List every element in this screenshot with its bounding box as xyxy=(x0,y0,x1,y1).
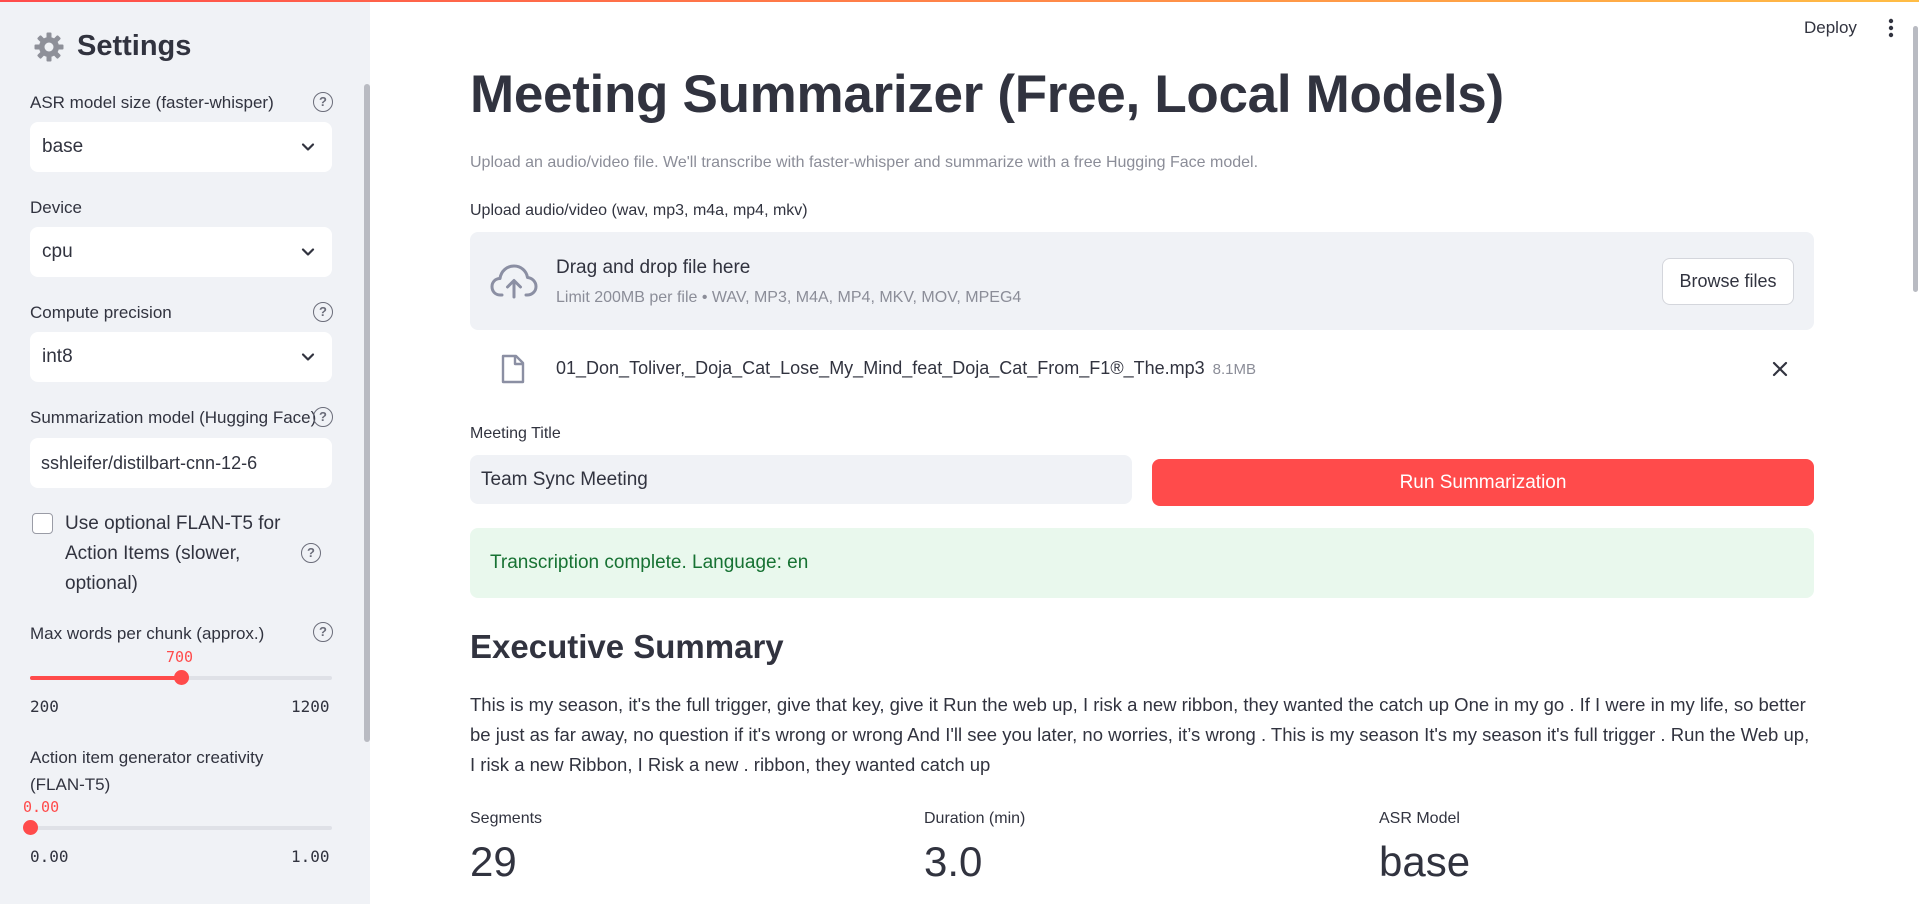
run-summarization-button[interactable]: Run Summarization xyxy=(1152,459,1814,506)
sidebar-header: Settings xyxy=(33,30,191,63)
creativity-max: 1.00 xyxy=(291,847,330,866)
creativity-min: 0.00 xyxy=(30,847,69,866)
max-words-max: 1200 xyxy=(291,697,330,716)
kebab-menu-icon[interactable] xyxy=(1888,18,1894,38)
success-alert: Transcription complete. Language: en xyxy=(470,528,1814,598)
device-select[interactable]: cpu xyxy=(30,227,332,277)
precision-select[interactable]: int8 xyxy=(30,332,332,382)
file-dropzone[interactable]: Drag and drop file here Limit 200MB per … xyxy=(470,232,1814,330)
asr-model-label: ASR model size (faster-whisper) xyxy=(30,93,274,112)
meeting-title-label: Meeting Title xyxy=(470,425,561,442)
summ-model-label: Summarization model (Hugging Face) xyxy=(30,408,317,427)
flan-checkbox-label[interactable]: Use optional FLAN-T5 for Action Items (s… xyxy=(65,509,295,599)
metric-value: 29 xyxy=(470,838,517,885)
metric-asr-model: ASR Model base xyxy=(1379,810,1470,886)
precision-value: int8 xyxy=(42,346,73,367)
top-decoration-line xyxy=(0,0,1919,2)
chevron-down-icon xyxy=(301,353,315,361)
precision-label: Compute precision xyxy=(30,303,172,322)
sidebar: Settings ASR model size (faster-whisper)… xyxy=(0,0,370,904)
chevron-down-icon xyxy=(301,248,315,256)
file-size: 8.1MB xyxy=(1212,361,1256,378)
uploaded-file-row: 01_Don_Toliver,_Doja_Cat_Lose_My_Mind_fe… xyxy=(470,348,1814,390)
main-scrollbar[interactable] xyxy=(1912,0,1919,292)
summary-text: This is my season, it's the full trigger… xyxy=(470,694,1810,775)
asr-model-value: base xyxy=(42,136,84,157)
cloud-upload-icon xyxy=(490,264,538,299)
device-value: cpu xyxy=(42,241,73,262)
main-scrollbar-thumb[interactable] xyxy=(1913,26,1918,292)
sidebar-title: Settings xyxy=(77,30,192,62)
creativity-thumb[interactable] xyxy=(23,820,38,835)
metric-segments: Segments 29 xyxy=(470,810,542,886)
asr-model-select[interactable]: base xyxy=(30,122,332,172)
browse-files-button[interactable]: Browse files xyxy=(1662,258,1794,305)
metric-label: Segments xyxy=(470,810,543,827)
metric-duration: Duration (min) 3.0 xyxy=(924,810,1025,886)
creativity-value: 0.00 xyxy=(23,798,60,816)
max-words-label: Max words per chunk (approx.) xyxy=(30,624,265,643)
creativity-slider[interactable] xyxy=(23,820,332,835)
max-words-min: 200 xyxy=(30,697,59,716)
close-icon[interactable] xyxy=(1772,361,1788,377)
flan-checkbox[interactable] xyxy=(32,513,53,534)
max-words-slider[interactable] xyxy=(30,670,332,685)
help-icon[interactable]: ? xyxy=(313,92,333,112)
uploaded-file-name: 01_Don_Toliver,_Doja_Cat_Lose_My_Mind_fe… xyxy=(556,358,1256,379)
uploader-label: Upload audio/video (wav, mp3, m4a, mp4, … xyxy=(470,202,808,219)
creativity-label: Action item generator creativity (FLAN-T… xyxy=(30,748,264,794)
metric-value: base xyxy=(1379,838,1471,885)
max-words-value: 700 xyxy=(166,648,194,666)
page-caption: Upload an audio/video file. We'll transc… xyxy=(470,154,1259,171)
max-words-thumb[interactable] xyxy=(174,670,189,685)
dropzone-limit: Limit 200MB per file • WAV, MP3, M4A, MP… xyxy=(556,289,1022,306)
deploy-button[interactable]: Deploy xyxy=(1804,18,1857,38)
summary-heading: Executive Summary xyxy=(470,628,784,665)
chevron-down-icon xyxy=(301,143,315,151)
page-title: Meeting Summarizer (Free, Local Models) xyxy=(470,65,1504,124)
sidebar-scrollbar[interactable] xyxy=(364,84,370,742)
summ-model-input[interactable]: sshleifer/distilbart-cnn-12-6 xyxy=(30,438,332,488)
help-icon[interactable]: ? xyxy=(313,407,333,427)
help-icon[interactable]: ? xyxy=(313,302,333,322)
device-label: Device xyxy=(30,198,82,217)
metric-label: ASR Model xyxy=(1379,810,1460,827)
help-icon[interactable]: ? xyxy=(301,543,321,563)
gear-icon xyxy=(34,32,64,61)
help-icon[interactable]: ? xyxy=(313,622,333,642)
file-name-text: 01_Don_Toliver,_Doja_Cat_Lose_My_Mind_fe… xyxy=(556,358,1205,378)
metric-label: Duration (min) xyxy=(924,810,1026,827)
max-words-fill xyxy=(30,676,181,680)
meeting-title-input[interactable]: Team Sync Meeting xyxy=(470,455,1132,504)
file-icon xyxy=(501,354,525,384)
dropzone-title: Drag and drop file here xyxy=(556,257,751,278)
metric-value: 3.0 xyxy=(924,838,983,885)
